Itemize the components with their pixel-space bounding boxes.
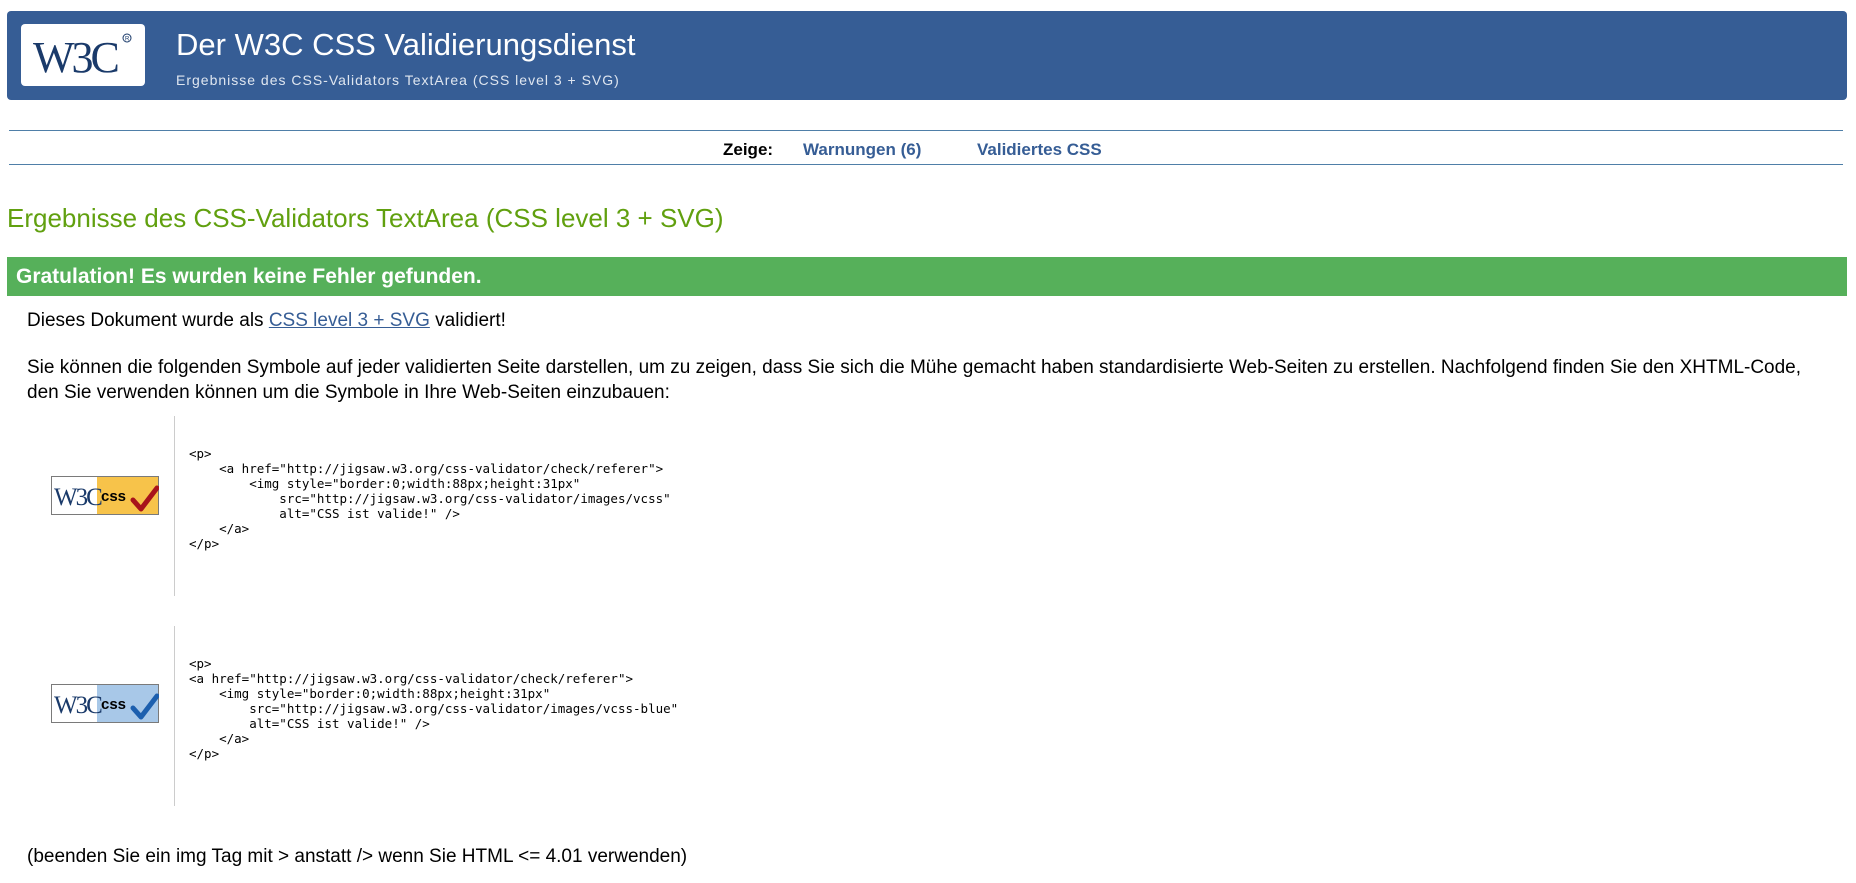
w3c-logo[interactable]: W3C R <box>21 24 145 86</box>
badge-code-blue[interactable]: <p> <a href="http://jigsaw.w3.org/css-va… <box>189 656 678 761</box>
results-nav: Zeige: Warnungen (6) Validiertes CSS <box>9 130 1843 165</box>
svg-text:R: R <box>125 37 130 43</box>
badge-css-text: css <box>101 488 126 505</box>
header-banner: W3C R Der W3C CSS Validierungsdienst Erg… <box>7 11 1847 100</box>
warnings-link[interactable]: Warnungen (6) <box>803 140 921 160</box>
validated-suffix: validiert! <box>429 310 506 331</box>
badge-row-blue: W3C css <p> <a href="http://jigsaw.w3.or… <box>27 626 827 806</box>
success-message: Gratulation! Es wurden keine Fehler gefu… <box>16 265 482 288</box>
css-valid-badge-blue[interactable]: W3C css <box>51 684 160 723</box>
css-level-link[interactable]: CSS level 3 + SVG <box>269 310 430 331</box>
validated-prefix: Dieses Dokument wurde als <box>27 310 269 331</box>
badge-w3c-text: W3C <box>54 692 102 719</box>
html-note: (beenden Sie ein img Tag mit > anstatt /… <box>27 846 688 867</box>
w3c-logo-text: W3C <box>33 33 118 82</box>
nav-label: Zeige: <box>723 140 774 159</box>
page-title: Der W3C CSS Validierungsdienst <box>176 27 636 62</box>
page-subtitle: Ergebnisse des CSS-Validators TextArea (… <box>176 72 620 88</box>
badge-divider <box>174 626 175 806</box>
badge-code-gold[interactable]: <p> <a href="http://jigsaw.w3.org/css-va… <box>189 446 671 551</box>
symbols-description: Sie können die folgenden Symbole auf jed… <box>27 357 1802 403</box>
css-valid-badge-gold[interactable]: W3C css <box>51 476 160 515</box>
badge-css-text: css <box>101 696 126 713</box>
badge-w3c-text: W3C <box>54 484 102 511</box>
badge-divider <box>174 416 175 596</box>
validated-statement: Dieses Dokument wurde als CSS level 3 + … <box>27 310 506 332</box>
success-banner: Gratulation! Es wurden keine Fehler gefu… <box>7 257 1847 296</box>
validator-page: W3C R Der W3C CSS Validierungsdienst Erg… <box>0 0 1856 883</box>
validated-css-link[interactable]: Validiertes CSS <box>977 140 1102 160</box>
results-heading: Ergebnisse des CSS-Validators TextArea (… <box>7 203 724 233</box>
badge-row-gold: W3C css <p> <a href="http://jigsaw.w3.or… <box>27 416 827 596</box>
